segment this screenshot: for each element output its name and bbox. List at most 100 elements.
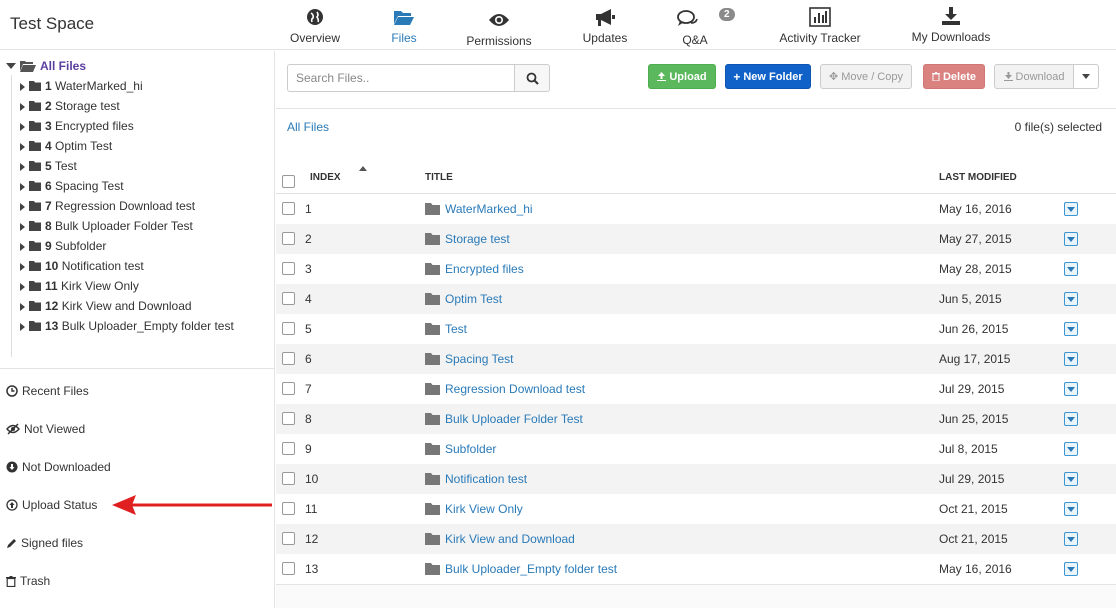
row-checkbox[interactable]: [282, 502, 295, 515]
row-title-link[interactable]: Storage test: [445, 232, 510, 246]
sort-asc-icon[interactable]: [359, 166, 367, 171]
tree-item-folder[interactable]: 12 Kirk View and Download: [20, 299, 260, 316]
row-title-link[interactable]: Optim Test: [445, 292, 502, 306]
caret-right-icon[interactable]: [20, 203, 25, 211]
row-title-link[interactable]: Bulk Uploader_Empty folder test: [445, 562, 617, 576]
row-checkbox[interactable]: [282, 472, 295, 485]
table-row[interactable]: 10 Notification test Jul 29, 2015: [276, 464, 1116, 494]
table-row[interactable]: 6 Spacing Test Aug 17, 2015: [276, 344, 1116, 374]
select-all-checkbox[interactable]: [282, 175, 295, 188]
table-row[interactable]: 8 Bulk Uploader Folder Test Jun 25, 2015: [276, 404, 1116, 434]
table-row[interactable]: 13 Bulk Uploader_Empty folder test May 16,…: [276, 554, 1116, 584]
row-actions-dropdown[interactable]: [1064, 472, 1078, 486]
row-checkbox[interactable]: [282, 442, 295, 455]
caret-down-icon[interactable]: [6, 63, 16, 69]
row-checkbox[interactable]: [282, 232, 295, 245]
table-row[interactable]: 1 WaterMarked_hi May 16, 2016: [276, 194, 1116, 224]
col-modified-header[interactable]: LAST MODIFIED: [939, 172, 1017, 183]
row-checkbox[interactable]: [282, 262, 295, 275]
row-actions-dropdown[interactable]: [1064, 412, 1078, 426]
row-checkbox[interactable]: [282, 532, 295, 545]
row-checkbox[interactable]: [282, 412, 295, 425]
sidebar-link-not-viewed[interactable]: Not Viewed: [6, 422, 85, 436]
row-title-link[interactable]: Kirk View Only: [445, 502, 523, 516]
table-row[interactable]: 4 Optim Test Jun 5, 2015: [276, 284, 1116, 314]
tab-files[interactable]: Files: [384, 4, 424, 48]
row-actions-dropdown[interactable]: [1064, 532, 1078, 546]
table-row[interactable]: 3 Encrypted files May 28, 2015: [276, 254, 1116, 284]
row-checkbox[interactable]: [282, 202, 295, 215]
sidebar-link-not-downloaded[interactable]: Not Downloaded: [6, 460, 111, 474]
row-checkbox[interactable]: [282, 562, 295, 575]
tab-overview[interactable]: Overview: [285, 4, 345, 48]
move-copy-button[interactable]: ✥ Move / Copy: [820, 64, 912, 89]
row-title-link[interactable]: Regression Download test: [445, 382, 585, 396]
caret-right-icon[interactable]: [20, 163, 25, 171]
col-index-header[interactable]: INDEX: [310, 172, 341, 183]
col-title-header[interactable]: TITLE: [425, 172, 453, 183]
row-actions-dropdown[interactable]: [1064, 562, 1078, 576]
upload-button[interactable]: Upload: [648, 64, 716, 89]
tree-item-folder[interactable]: 3 Encrypted files: [20, 119, 260, 136]
row-actions-dropdown[interactable]: [1064, 232, 1078, 246]
caret-right-icon[interactable]: [20, 103, 25, 111]
table-row[interactable]: 5 Test Jun 26, 2015: [276, 314, 1116, 344]
row-title-link[interactable]: Notification test: [445, 472, 527, 486]
row-title-link[interactable]: Subfolder: [445, 442, 496, 456]
delete-button[interactable]: Delete: [923, 64, 985, 89]
row-actions-dropdown[interactable]: [1064, 442, 1078, 456]
row-title-link[interactable]: Spacing Test: [445, 352, 514, 366]
caret-right-icon[interactable]: [20, 223, 25, 231]
tree-item-folder[interactable]: 13 Bulk Uploader_Empty folder test: [20, 319, 260, 336]
row-title-link[interactable]: Test: [445, 322, 467, 336]
tree-root-all-files[interactable]: All Files: [6, 59, 86, 73]
tab-permissions[interactable]: Permissions: [464, 4, 534, 48]
row-actions-dropdown[interactable]: [1064, 202, 1078, 216]
row-title-link[interactable]: Encrypted files: [445, 262, 524, 276]
table-row[interactable]: 7 Regression Download test Jul 29, 2015: [276, 374, 1116, 404]
tree-item-folder[interactable]: 5 Test: [20, 159, 260, 176]
caret-right-icon[interactable]: [20, 83, 25, 91]
caret-right-icon[interactable]: [20, 183, 25, 191]
tab-updates[interactable]: Updates: [580, 4, 630, 48]
row-title-link[interactable]: Bulk Uploader Folder Test: [445, 412, 583, 426]
tree-item-folder[interactable]: 9 Subfolder: [20, 239, 260, 256]
sidebar-link-upload-status[interactable]: Upload Status: [6, 498, 97, 512]
sidebar-link-trash[interactable]: Trash: [6, 574, 50, 588]
download-button[interactable]: Download: [994, 64, 1074, 89]
row-checkbox[interactable]: [282, 292, 295, 305]
row-checkbox[interactable]: [282, 352, 295, 365]
search-input[interactable]: [287, 64, 515, 92]
search-button[interactable]: [514, 64, 550, 92]
caret-right-icon[interactable]: [20, 283, 25, 291]
caret-right-icon[interactable]: [20, 303, 25, 311]
table-row[interactable]: 9 Subfolder Jul 8, 2015: [276, 434, 1116, 464]
new-folder-button[interactable]: + New Folder: [725, 64, 811, 89]
tree-item-folder[interactable]: 4 Optim Test: [20, 139, 260, 156]
tree-item-folder[interactable]: 1 WaterMarked_hi: [20, 79, 260, 96]
caret-right-icon[interactable]: [20, 263, 25, 271]
caret-right-icon[interactable]: [20, 243, 25, 251]
table-row[interactable]: 2 Storage test May 27, 2015: [276, 224, 1116, 254]
row-checkbox[interactable]: [282, 382, 295, 395]
table-row[interactable]: 12 Kirk View and Download Oct 21, 2015: [276, 524, 1116, 554]
sidebar-link-recent-files[interactable]: Recent Files: [6, 384, 89, 398]
row-actions-dropdown[interactable]: [1064, 292, 1078, 306]
row-actions-dropdown[interactable]: [1064, 502, 1078, 516]
row-actions-dropdown[interactable]: [1064, 262, 1078, 276]
row-actions-dropdown[interactable]: [1064, 322, 1078, 336]
tab-activity-tracker[interactable]: Activity Tracker: [778, 4, 862, 48]
tab-my-downloads[interactable]: My Downloads: [910, 4, 992, 48]
row-actions-dropdown[interactable]: [1064, 352, 1078, 366]
download-dropdown-toggle[interactable]: [1073, 64, 1099, 89]
sidebar-link-signed-files[interactable]: Signed files: [6, 536, 83, 550]
caret-right-icon[interactable]: [20, 123, 25, 131]
tree-item-folder[interactable]: 6 Spacing Test: [20, 179, 260, 196]
tree-item-folder[interactable]: 2 Storage test: [20, 99, 260, 116]
row-actions-dropdown[interactable]: [1064, 382, 1078, 396]
breadcrumb[interactable]: All Files: [287, 120, 329, 134]
tree-item-folder[interactable]: 10 Notification test: [20, 259, 260, 276]
tree-item-folder[interactable]: 7 Regression Download test: [20, 199, 260, 216]
tree-item-folder[interactable]: 8 Bulk Uploader Folder Test: [20, 219, 260, 236]
tab-qa[interactable]: 2 Q&A: [675, 4, 735, 48]
